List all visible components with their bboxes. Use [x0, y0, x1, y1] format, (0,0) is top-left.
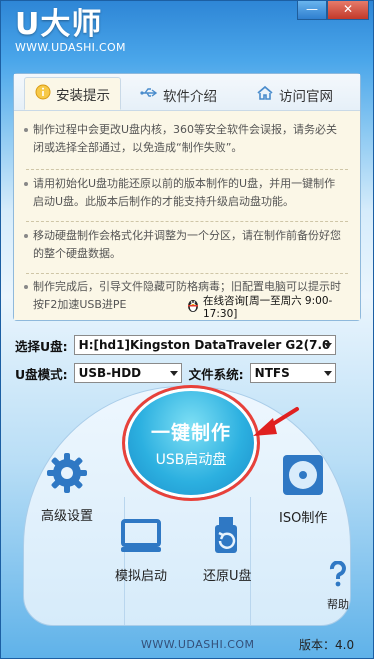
gear-icon: [45, 451, 89, 505]
mode-select[interactable]: USB-HDD: [73, 363, 182, 383]
usb-restore-icon: [209, 515, 245, 565]
advanced-settings-label: 高级设置: [41, 509, 94, 524]
app-logo: U大师 WWW.UDASHI.COM: [15, 5, 126, 54]
tab-visit-website[interactable]: 访问官网: [256, 80, 333, 110]
iso-make-button[interactable]: ISO制作: [279, 453, 327, 526]
restore-usb-label: 还原U盘: [203, 569, 252, 584]
window-controls: — ✕: [297, 1, 369, 20]
help-button[interactable]: 帮助: [327, 560, 349, 612]
home-icon: [256, 85, 274, 105]
iso-make-label: ISO制作: [279, 511, 328, 526]
tips-content: 制作过程中会更改U盘内核，360等安全软件会误报，请务必关闭或选择全部通过，以免…: [14, 111, 360, 320]
tab-label: 访问官网: [279, 89, 333, 105]
info-panel: 安装提示 软件介绍 访问官网 制作过程中会更改U盘内核，360等安全软件会误报，…: [13, 73, 361, 321]
app-window: U大师 WWW.UDASHI.COM — ✕ 安装提示 软件介绍 访问官网 制作…: [0, 0, 374, 659]
advanced-settings-button[interactable]: 高级设置: [41, 451, 93, 524]
monitor-icon: [119, 519, 163, 565]
simulate-boot-button[interactable]: 模拟启动: [115, 519, 167, 584]
divider: [26, 221, 348, 222]
tip-item: 移动硬盘制作会格式化并调整为一个分区，请在制作前备份好您的整个硬盘数据。: [24, 227, 342, 263]
tab-software-intro[interactable]: 软件介绍: [140, 80, 217, 110]
tip-item: 制作过程中会更改U盘内核，360等安全软件会误报，请务必关闭或选择全部通过，以免…: [24, 121, 342, 157]
tab-label: 安装提示: [56, 87, 110, 104]
restore-usb-button[interactable]: 还原U盘: [203, 515, 252, 584]
version-text: 版本：4.0: [299, 638, 355, 652]
chevron-down-icon: [169, 371, 178, 376]
fs-select[interactable]: NTFS: [249, 363, 336, 383]
tab-label: 软件介绍: [163, 89, 217, 105]
divider: [26, 169, 348, 170]
make-button-line2: USB启动盘: [155, 451, 227, 468]
disk-label: 选择U盘:: [15, 338, 68, 354]
usb-icon: [140, 86, 158, 104]
qq-online-consult[interactable]: 在线咨询[周一至周六 9:00-17:30]: [186, 293, 360, 320]
info-icon: [35, 84, 51, 104]
close-button[interactable]: ✕: [327, 1, 369, 20]
brand-url: WWW.UDASHI.COM: [15, 41, 126, 54]
brand-name: U大师: [15, 7, 103, 42]
tab-install-tips[interactable]: 安装提示: [24, 77, 121, 110]
fs-label: 文件系统:: [188, 366, 244, 382]
tab-bar: 安装提示 软件介绍 访问官网: [14, 74, 360, 111]
minimize-button[interactable]: —: [297, 1, 327, 20]
disk-select[interactable]: H:[hd1]Kingston DataTraveler G2(7.0: [73, 335, 336, 355]
footer: WWW.UDASHI.COM 版本：4.0: [1, 629, 373, 658]
simulate-boot-label: 模拟启动: [115, 569, 168, 584]
disk-select-row: 选择U盘: H:[hd1]Kingston DataTraveler G2(7.…: [15, 335, 336, 355]
mode-row: U盘模式: USB-HDD 文件系统: NTFS: [15, 363, 336, 383]
disc-icon: [281, 453, 325, 507]
chevron-down-icon: [323, 371, 332, 376]
red-arrow-icon: [253, 407, 299, 436]
help-label: 帮助: [327, 598, 349, 611]
mode-label: U盘模式:: [15, 366, 68, 382]
make-bootable-button[interactable]: 一键制作 USB启动盘: [122, 385, 260, 501]
qq-penguin-icon: [186, 297, 200, 316]
make-button-line1: 一键制作: [150, 421, 231, 444]
chevron-down-icon: [323, 343, 332, 348]
footer-site: WWW.UDASHI.COM: [141, 638, 255, 651]
divider: [26, 273, 348, 274]
tip-item: 请用初始化U盘功能还原以前的版本制作的U盘，并用一键制作启动U盘。此版本后制作的…: [24, 175, 342, 211]
qq-consult-text: 在线咨询[周一至周六 9:00-17:30]: [203, 295, 333, 320]
help-question-icon: [328, 560, 348, 596]
